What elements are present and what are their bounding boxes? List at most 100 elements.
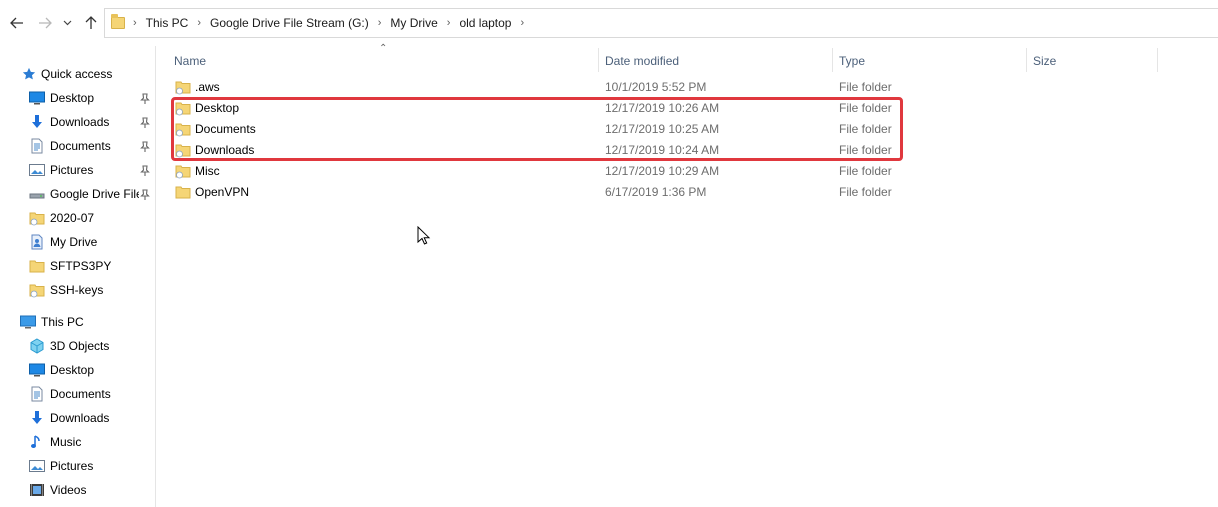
file-date: 12/17/2019 10:24 AM xyxy=(605,143,720,157)
file-type: File folder xyxy=(839,122,892,136)
sidebar-item-label: Pictures xyxy=(50,163,94,177)
sidebar-item-label: SFTPS3PY xyxy=(50,259,112,273)
file-type: File folder xyxy=(839,143,892,157)
navigation-bar: › This PC › Google Drive File Stream (G:… xyxy=(0,0,1218,46)
folder-icon xyxy=(111,14,125,29)
folder-sync-icon xyxy=(29,212,45,226)
drive-icon xyxy=(29,193,45,199)
file-date: 12/17/2019 10:29 AM xyxy=(605,164,720,178)
breadcrumb-this-pc[interactable]: This PC xyxy=(146,16,189,30)
download-arrow-icon xyxy=(32,411,42,424)
sidebar-item-label: 2020-07 xyxy=(50,211,95,225)
sidebar-item-label: Google Drive File xyxy=(50,187,139,201)
column-divider[interactable] xyxy=(832,48,833,72)
sidebar-item-label: Quick access xyxy=(41,67,113,81)
breadcrumb-separator-icon[interactable]: › xyxy=(378,17,382,29)
music-icon xyxy=(31,435,40,448)
up-arrow-icon xyxy=(85,16,97,29)
3d-objects-icon xyxy=(30,338,44,354)
folder-sync-icon xyxy=(175,81,191,95)
folder-icon xyxy=(29,260,45,273)
table-row[interactable]: OpenVPN 6/17/2019 1:36 PM File folder xyxy=(171,182,1171,203)
breadcrumb-my-drive[interactable]: My Drive xyxy=(390,16,437,30)
file-list: ⌃ Name Date modified Type Size .aws 10/1… xyxy=(157,43,1218,507)
table-row[interactable]: Documents 12/17/2019 10:25 AM File folde… xyxy=(171,119,1171,140)
file-name: Desktop xyxy=(195,101,240,115)
pin-icon[interactable] xyxy=(139,189,151,201)
folder-sync-icon xyxy=(175,165,191,179)
sidebar-item-label: Music xyxy=(50,435,82,449)
table-row[interactable]: Downloads 12/17/2019 10:24 AM File folde… xyxy=(171,140,1171,161)
file-type: File folder xyxy=(839,164,892,178)
forward-arrow-icon xyxy=(39,17,52,29)
sidebar-item-label: Downloads xyxy=(50,115,110,129)
download-arrow-icon xyxy=(32,115,42,128)
column-header-name[interactable]: Name xyxy=(174,48,206,74)
back-button[interactable] xyxy=(8,14,26,32)
table-row[interactable]: Misc 12/17/2019 10:29 AM File folder xyxy=(171,161,1171,182)
breadcrumb-separator-icon[interactable]: › xyxy=(133,17,137,29)
breadcrumb-separator-icon[interactable]: › xyxy=(520,17,524,29)
sidebar-item-label: Documents xyxy=(50,387,111,401)
sidebar-item-label: Desktop xyxy=(50,91,95,105)
sidebar-item-label: SSH-keys xyxy=(50,283,104,297)
sidebar-quick-access[interactable]: Quick access xyxy=(22,63,172,85)
address-bar[interactable]: › This PC › Google Drive File Stream (G:… xyxy=(104,8,1218,38)
file-type: File folder xyxy=(839,101,892,115)
sidebar-item-label: Desktop xyxy=(50,363,95,377)
sidebar-item-label: Pictures xyxy=(50,459,94,473)
file-date: 12/17/2019 10:25 AM xyxy=(605,122,720,136)
document-icon xyxy=(31,138,43,154)
column-divider[interactable] xyxy=(598,48,599,72)
back-arrow-icon xyxy=(10,17,23,29)
column-header-size[interactable]: Size xyxy=(1033,48,1056,74)
file-name: Misc xyxy=(195,164,220,178)
column-header-date[interactable]: Date modified xyxy=(605,48,679,74)
forward-button[interactable] xyxy=(36,14,54,32)
column-divider[interactable] xyxy=(1026,48,1027,72)
folder-icon xyxy=(175,186,191,199)
folder-sync-icon xyxy=(29,284,45,298)
sidebar-item-label: Downloads xyxy=(50,411,110,425)
mouse-cursor-icon xyxy=(417,226,431,245)
up-button[interactable] xyxy=(82,14,100,32)
folder-sync-icon xyxy=(175,102,191,116)
pictures-icon xyxy=(29,460,45,472)
folder-sync-icon xyxy=(175,123,191,137)
navigation-pane: Quick access Desktop Downloads Documents… xyxy=(0,46,156,507)
file-name: .aws xyxy=(195,80,220,94)
pin-icon[interactable] xyxy=(139,117,151,129)
file-date: 10/1/2019 5:52 PM xyxy=(605,80,707,94)
table-row[interactable]: Desktop 12/17/2019 10:26 AM File folder xyxy=(171,98,1171,119)
recent-locations-button[interactable] xyxy=(60,14,74,32)
column-header-type[interactable]: Type xyxy=(839,48,865,74)
pin-icon[interactable] xyxy=(139,141,151,153)
document-icon xyxy=(31,386,43,402)
sort-ascending-icon: ⌃ xyxy=(379,43,388,54)
breadcrumb-separator-icon[interactable]: › xyxy=(197,17,201,29)
file-name: Downloads xyxy=(195,143,255,157)
sidebar-item-label: Documents xyxy=(50,139,111,153)
chevron-down-icon xyxy=(63,20,71,26)
breadcrumb-google-drive[interactable]: Google Drive File Stream (G:) xyxy=(210,16,369,30)
pictures-icon xyxy=(29,164,45,176)
file-type: File folder xyxy=(839,80,892,94)
sidebar-item-label: 3D Objects xyxy=(50,339,110,353)
table-row[interactable]: .aws 10/1/2019 5:52 PM File folder xyxy=(171,77,1171,98)
sidebar-this-pc[interactable]: This PC xyxy=(20,311,170,333)
sidebar-item-google-drive[interactable]: Google Drive File xyxy=(29,183,139,205)
file-type: File folder xyxy=(839,185,892,199)
file-name: Documents xyxy=(195,122,256,136)
desktop-icon xyxy=(29,91,45,105)
file-name: OpenVPN xyxy=(195,185,250,199)
pin-icon[interactable] xyxy=(139,165,151,177)
breadcrumb-old-laptop[interactable]: old laptop xyxy=(459,16,511,30)
pin-icon[interactable] xyxy=(139,93,151,105)
folder-sync-icon xyxy=(175,144,191,158)
column-divider[interactable] xyxy=(1157,48,1158,72)
sidebar-item-label: This PC xyxy=(41,315,84,329)
file-date: 12/17/2019 10:26 AM xyxy=(605,101,720,115)
computer-icon xyxy=(20,315,36,329)
breadcrumb-separator-icon[interactable]: › xyxy=(447,17,451,29)
desktop-icon xyxy=(29,363,45,377)
